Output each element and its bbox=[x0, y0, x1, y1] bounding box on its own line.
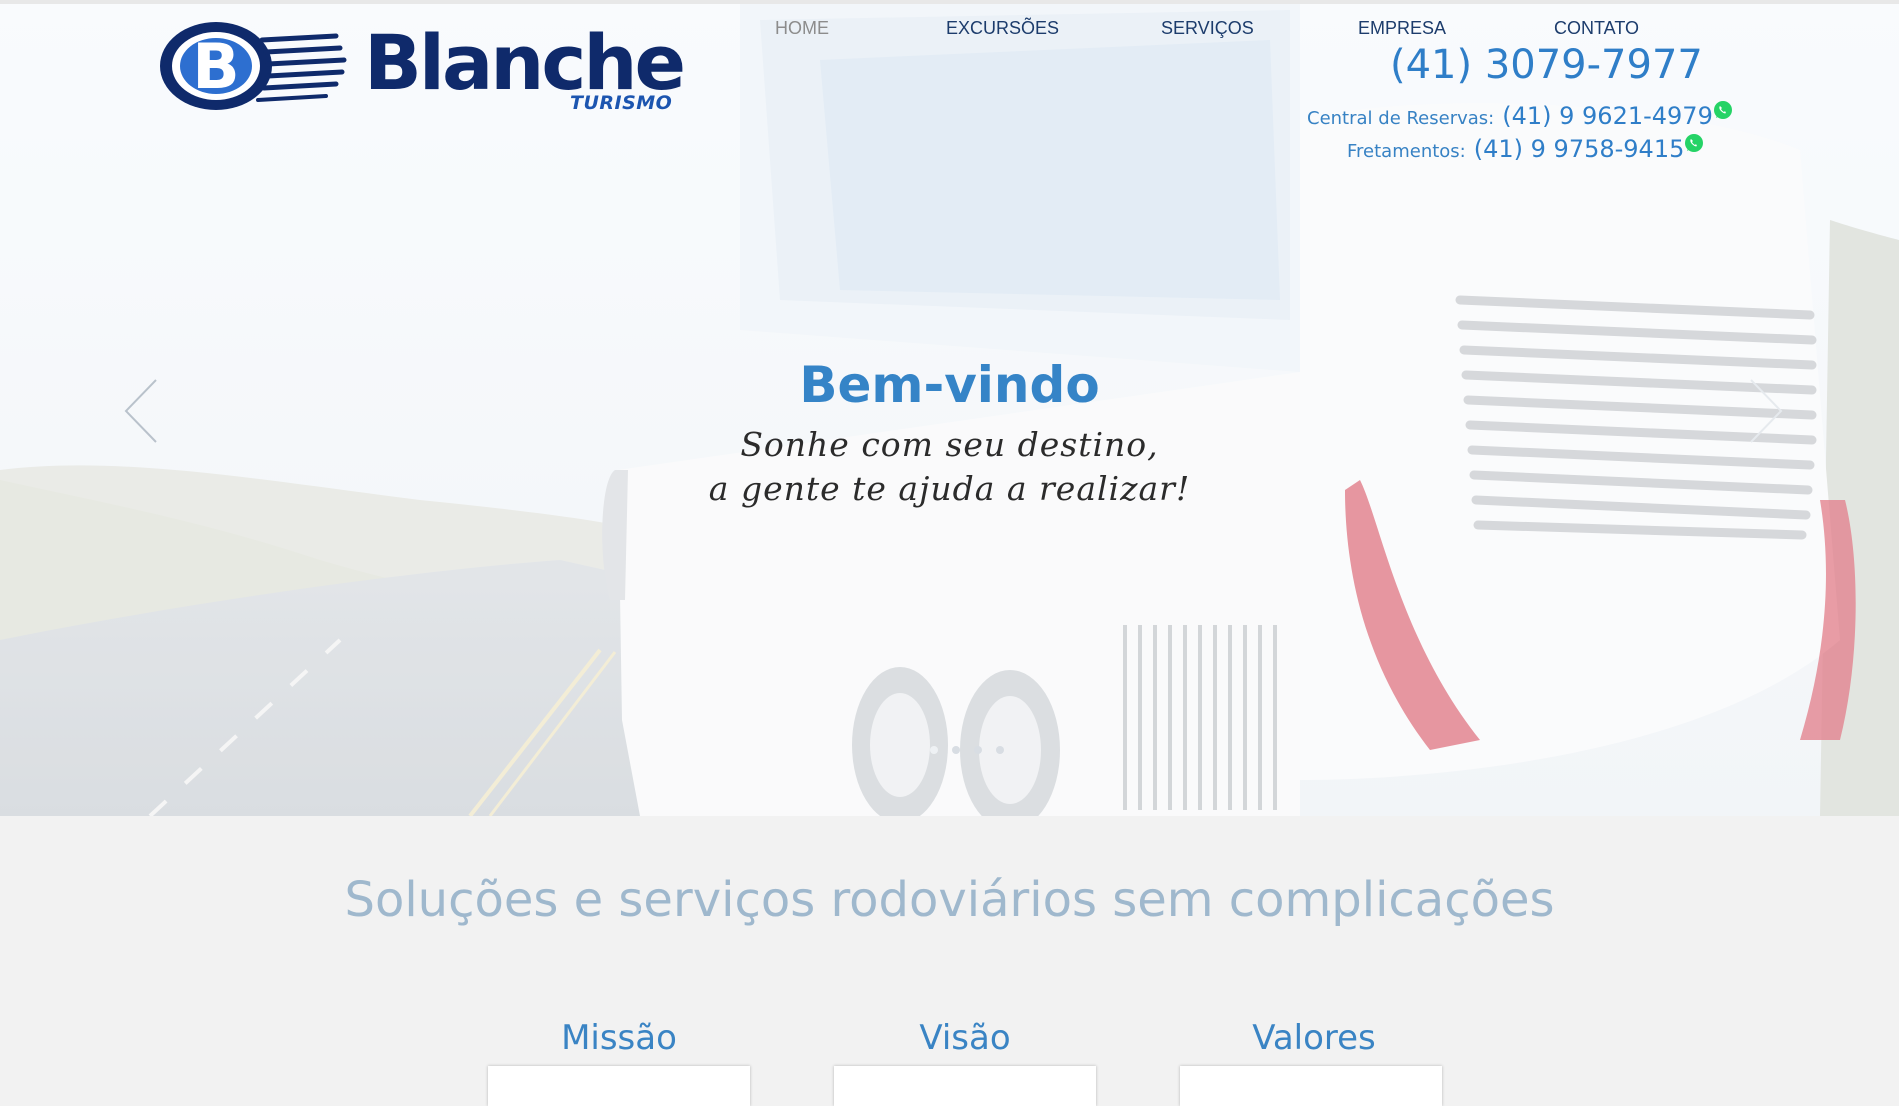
slider-next-arrow[interactable] bbox=[1745, 376, 1785, 446]
svg-text:B: B bbox=[192, 30, 239, 103]
nav-empresa[interactable]: EMPRESA bbox=[1358, 18, 1446, 39]
missao-card bbox=[488, 1066, 750, 1106]
visao-card bbox=[834, 1066, 1096, 1106]
slider-prev-arrow[interactable] bbox=[122, 376, 162, 446]
fretamentos-label: Fretamentos: bbox=[1347, 141, 1466, 162]
top-border bbox=[0, 0, 1899, 4]
main-phone-number[interactable]: (41) 3079-7977 bbox=[1390, 42, 1703, 88]
hero-line-1: Sonhe com seu destino, bbox=[740, 425, 1159, 464]
logo-subtitle: TURISMO bbox=[570, 92, 673, 114]
nav-home[interactable]: HOME bbox=[775, 18, 829, 39]
slider-dot[interactable] bbox=[974, 746, 982, 754]
reservas-contact: Central de Reservas: (41) 9 9621-4979 bbox=[1307, 100, 1733, 130]
nav-contato[interactable]: CONTATO bbox=[1554, 18, 1639, 39]
whatsapp-icon[interactable] bbox=[1713, 100, 1733, 120]
fretamentos-contact: Fretamentos: (41) 9 9758-9415 bbox=[1347, 133, 1704, 163]
section-tagline: Soluções e serviços rodoviários sem comp… bbox=[344, 872, 1555, 928]
nav-excursoes[interactable]: EXCURSÕES bbox=[946, 18, 1059, 39]
chevron-left-icon bbox=[124, 379, 157, 443]
valores-title: Valores bbox=[1252, 1018, 1376, 1058]
valores-card bbox=[1180, 1066, 1442, 1106]
reservas-phone[interactable]: (41) 9 9621-4979 bbox=[1502, 102, 1713, 130]
missao-title: Missão bbox=[561, 1018, 677, 1058]
logo[interactable]: B Blanche TURISMO bbox=[158, 18, 686, 118]
fretamentos-phone[interactable]: (41) 9 9758-9415 bbox=[1474, 135, 1685, 163]
visao-title: Visão bbox=[919, 1018, 1011, 1058]
slider-dot[interactable] bbox=[952, 746, 960, 754]
slider-dot[interactable] bbox=[930, 746, 938, 754]
reservas-label: Central de Reservas: bbox=[1307, 108, 1495, 129]
whatsapp-icon[interactable] bbox=[1684, 133, 1704, 153]
hero-line-2: a gente te ajuda a realizar! bbox=[708, 469, 1191, 508]
hero-title: Bem-vindo bbox=[799, 356, 1100, 414]
logo-b-emblem-icon: B bbox=[160, 22, 347, 110]
slider-dot[interactable] bbox=[996, 746, 1004, 754]
chevron-right-icon bbox=[1750, 379, 1783, 443]
nav-servicos[interactable]: SERVIÇOS bbox=[1161, 18, 1254, 39]
